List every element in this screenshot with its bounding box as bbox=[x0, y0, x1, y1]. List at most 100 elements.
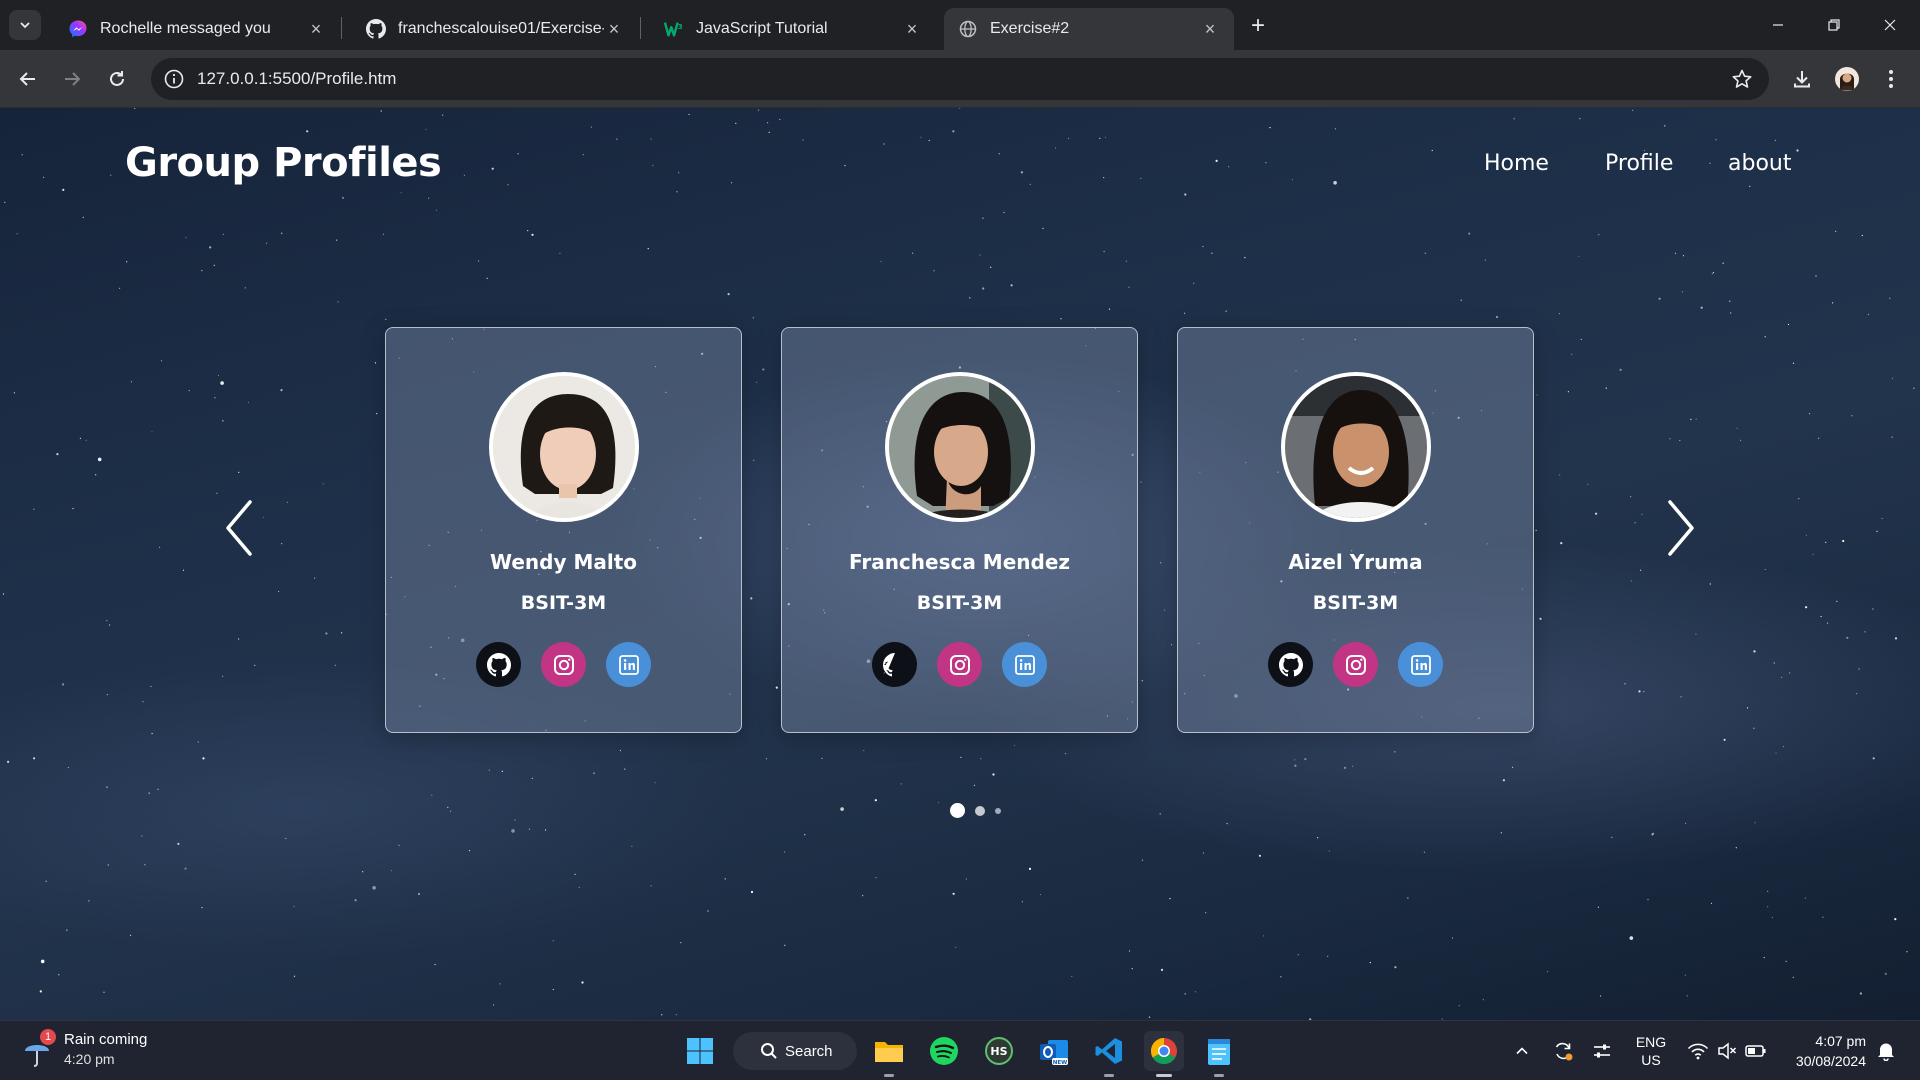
instagram-icon bbox=[1345, 654, 1366, 675]
linkedin-link[interactable] bbox=[1398, 642, 1443, 687]
tab-github[interactable]: franchescalouise01/Exercise-2 × bbox=[352, 8, 638, 50]
github-link[interactable] bbox=[476, 642, 521, 687]
profile-avatar-button[interactable] bbox=[1832, 64, 1862, 94]
tab-divider bbox=[341, 17, 342, 39]
instagram-link[interactable] bbox=[1333, 642, 1378, 687]
reload-button[interactable] bbox=[102, 64, 132, 94]
bookmark-star-icon[interactable] bbox=[1731, 68, 1753, 90]
downloads-button[interactable] bbox=[1787, 64, 1817, 94]
back-button[interactable] bbox=[13, 64, 43, 94]
linkedin-icon bbox=[1014, 654, 1035, 675]
weather-time: 4:20 pm bbox=[64, 1051, 115, 1067]
tab-messenger[interactable]: Rochelle messaged you × bbox=[54, 8, 340, 50]
social-links bbox=[1178, 642, 1533, 687]
hotspot-shield-icon: HS bbox=[985, 1037, 1013, 1065]
github-link[interactable] bbox=[1268, 642, 1313, 687]
profile-card: Aizel Yruma BSIT-3M bbox=[1177, 327, 1534, 733]
url-text[interactable]: 127.0.0.1:5500/Profile.htm bbox=[197, 69, 396, 89]
svg-text:3: 3 bbox=[678, 22, 683, 31]
carousel-pagination bbox=[950, 803, 1001, 818]
messenger-icon bbox=[68, 19, 88, 39]
svg-text:HS: HS bbox=[990, 1045, 1007, 1058]
browser-menu-button[interactable] bbox=[1876, 64, 1906, 94]
hotspot-shield-button[interactable]: HS bbox=[979, 1031, 1019, 1071]
social-links bbox=[782, 642, 1137, 687]
linkedin-link[interactable] bbox=[1002, 642, 1047, 687]
social-links bbox=[386, 642, 741, 687]
forward-button[interactable] bbox=[57, 64, 87, 94]
language-indicator[interactable]: ENG US bbox=[1628, 1021, 1674, 1080]
vscode-icon bbox=[1095, 1038, 1122, 1064]
sync-icon bbox=[1555, 1042, 1573, 1061]
weather-title: Rain coming bbox=[64, 1031, 148, 1048]
system-status-tray[interactable] bbox=[1684, 1021, 1770, 1080]
instagram-link[interactable] bbox=[937, 642, 982, 687]
profile-card: Wendy Malto BSIT-3M bbox=[385, 327, 742, 733]
github-icon bbox=[882, 652, 895, 676]
carousel-prev-button[interactable] bbox=[214, 493, 264, 563]
tab-javascript-tutorial[interactable]: 3 JavaScript Tutorial × bbox=[650, 8, 936, 50]
profile-course: BSIT-3M bbox=[1312, 592, 1399, 614]
wifi-icon bbox=[1687, 1043, 1709, 1060]
browser-toolbar: 127.0.0.1:5500/Profile.htm bbox=[0, 50, 1920, 108]
close-window-button[interactable] bbox=[1862, 0, 1918, 50]
file-explorer-button[interactable] bbox=[869, 1031, 909, 1071]
outlook-button[interactable]: NEW bbox=[1034, 1031, 1074, 1071]
settings-tray-button[interactable] bbox=[1588, 1021, 1616, 1080]
new-tab-button[interactable]: + bbox=[1244, 12, 1272, 40]
nav-link-profile[interactable]: Profile bbox=[1605, 151, 1673, 176]
nav-link-about[interactable]: about bbox=[1728, 151, 1791, 176]
linkedin-link[interactable] bbox=[606, 642, 651, 687]
spotify-button[interactable] bbox=[924, 1031, 964, 1071]
app-running-indicator bbox=[884, 1074, 894, 1077]
minimize-button[interactable] bbox=[1750, 0, 1806, 50]
notifications-button[interactable] bbox=[1874, 1021, 1898, 1080]
nav-link-home[interactable]: Home bbox=[1484, 151, 1549, 176]
chevron-left-icon bbox=[226, 500, 252, 556]
close-tab-icon[interactable]: × bbox=[902, 19, 922, 39]
instagram-link[interactable] bbox=[541, 642, 586, 687]
github-link[interactable] bbox=[872, 642, 917, 687]
profile-photo bbox=[1281, 372, 1431, 522]
taskbar-search[interactable]: Search bbox=[733, 1032, 857, 1070]
language-code: ENG bbox=[1635, 1034, 1667, 1050]
chevron-up-icon bbox=[1516, 1047, 1528, 1055]
battery-icon bbox=[1745, 1045, 1766, 1057]
kebab-menu-icon bbox=[1889, 70, 1893, 88]
sync-tray-button[interactable] bbox=[1549, 1021, 1577, 1080]
carousel-dot[interactable] bbox=[950, 803, 965, 818]
taskbar-clock[interactable]: 4:07 pm 30/08/2024 bbox=[1786, 1031, 1866, 1071]
windows-icon bbox=[687, 1038, 713, 1064]
carousel-dot[interactable] bbox=[995, 807, 1001, 814]
tab-title: JavaScript Tutorial bbox=[696, 20, 828, 37]
chevron-down-icon bbox=[20, 22, 30, 29]
close-tab-icon[interactable]: × bbox=[604, 19, 624, 39]
minimize-icon bbox=[1773, 24, 1783, 26]
weather-widget[interactable]: 1 Rain coming 4:20 pm bbox=[22, 1029, 182, 1073]
taskbar: 1 Rain coming 4:20 pm Search HS NEW ENG … bbox=[0, 1020, 1920, 1080]
profile-name: Aizel Yruma bbox=[1288, 550, 1423, 574]
tab-exercise-2[interactable]: Exercise#2 × bbox=[944, 8, 1234, 50]
notepad-button[interactable] bbox=[1199, 1031, 1239, 1071]
vscode-button[interactable] bbox=[1089, 1031, 1129, 1071]
close-tab-icon[interactable]: × bbox=[306, 19, 326, 39]
site-info-icon[interactable] bbox=[163, 68, 185, 90]
start-button[interactable] bbox=[680, 1031, 720, 1071]
chrome-button[interactable] bbox=[1144, 1031, 1184, 1071]
show-hidden-icons-button[interactable] bbox=[1508, 1021, 1536, 1080]
github-icon bbox=[1278, 652, 1303, 676]
address-bar[interactable]: 127.0.0.1:5500/Profile.htm bbox=[151, 58, 1769, 100]
carousel-next-button[interactable] bbox=[1656, 493, 1706, 563]
tab-divider bbox=[640, 17, 641, 39]
tab-title: franchescalouise01/Exercise-2 bbox=[398, 20, 604, 37]
svg-text:NEW: NEW bbox=[1053, 1060, 1067, 1066]
linkedin-icon bbox=[618, 654, 639, 675]
tab-search-button[interactable] bbox=[9, 10, 41, 40]
notification-badge: 1 bbox=[40, 1029, 56, 1045]
tab-title: Rochelle messaged you bbox=[100, 20, 271, 37]
close-tab-icon[interactable]: × bbox=[1200, 19, 1220, 39]
page-title: Group Profiles bbox=[125, 140, 442, 186]
restore-button[interactable] bbox=[1806, 0, 1862, 50]
browser-tab-bar: Rochelle messaged you × franchescalouise… bbox=[0, 0, 1920, 50]
carousel-dot[interactable] bbox=[975, 805, 985, 816]
